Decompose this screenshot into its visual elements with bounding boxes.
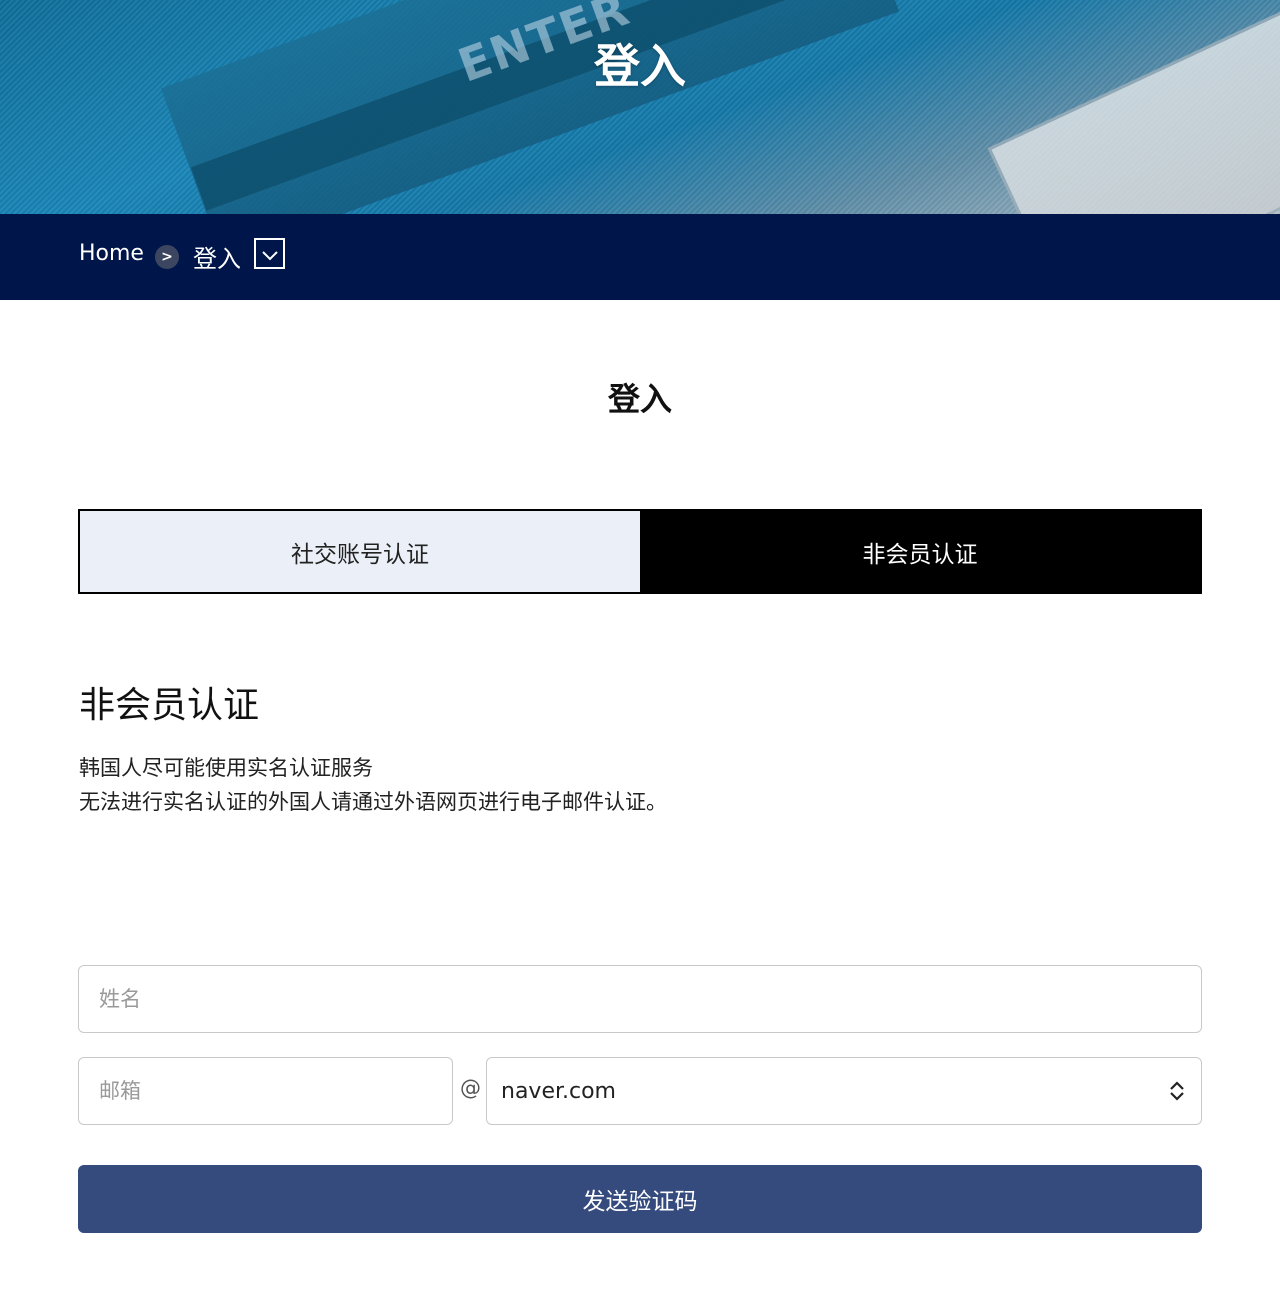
hero-title: 登入 xyxy=(594,39,686,93)
hero-banner: ENTER 登入 xyxy=(0,0,1280,214)
auth-tabs: 社交账号认证 非会员认证 xyxy=(78,509,1202,594)
breadcrumb-home-link[interactable]: Home xyxy=(79,241,144,266)
at-sign: @ xyxy=(460,1076,481,1100)
page-title: 登入 xyxy=(607,380,672,418)
send-code-button[interactable]: 发送验证码 xyxy=(78,1165,1202,1233)
breadcrumb-current: 登入 xyxy=(193,245,241,273)
chevron-down-icon xyxy=(261,251,278,261)
section-title: 非会员认证 xyxy=(79,685,260,726)
section-description: 韩国人尽可能使用实名认证服务 无法进行实名认证的外国人请通过外语网页进行电子邮件… xyxy=(79,751,667,819)
description-line: 韩国人尽可能使用实名认证服务 xyxy=(79,756,373,780)
domain-selected-value: naver.com xyxy=(501,1078,616,1104)
select-arrows-icon xyxy=(1170,1081,1184,1101)
chevron-right-icon: > xyxy=(155,245,179,269)
email-domain-select[interactable]: naver.com xyxy=(486,1057,1202,1125)
tab-guest-auth[interactable]: 非会员认证 xyxy=(640,511,1200,592)
breadcrumb: Home > 登入 xyxy=(0,214,1280,300)
tab-social-auth[interactable]: 社交账号认证 xyxy=(80,511,640,592)
email-local-input[interactable] xyxy=(78,1057,453,1125)
description-line: 无法进行实名认证的外国人请通过外语网页进行电子邮件认证。 xyxy=(79,790,667,814)
breadcrumb-dropdown-button[interactable] xyxy=(254,238,285,269)
name-input[interactable] xyxy=(78,965,1202,1033)
